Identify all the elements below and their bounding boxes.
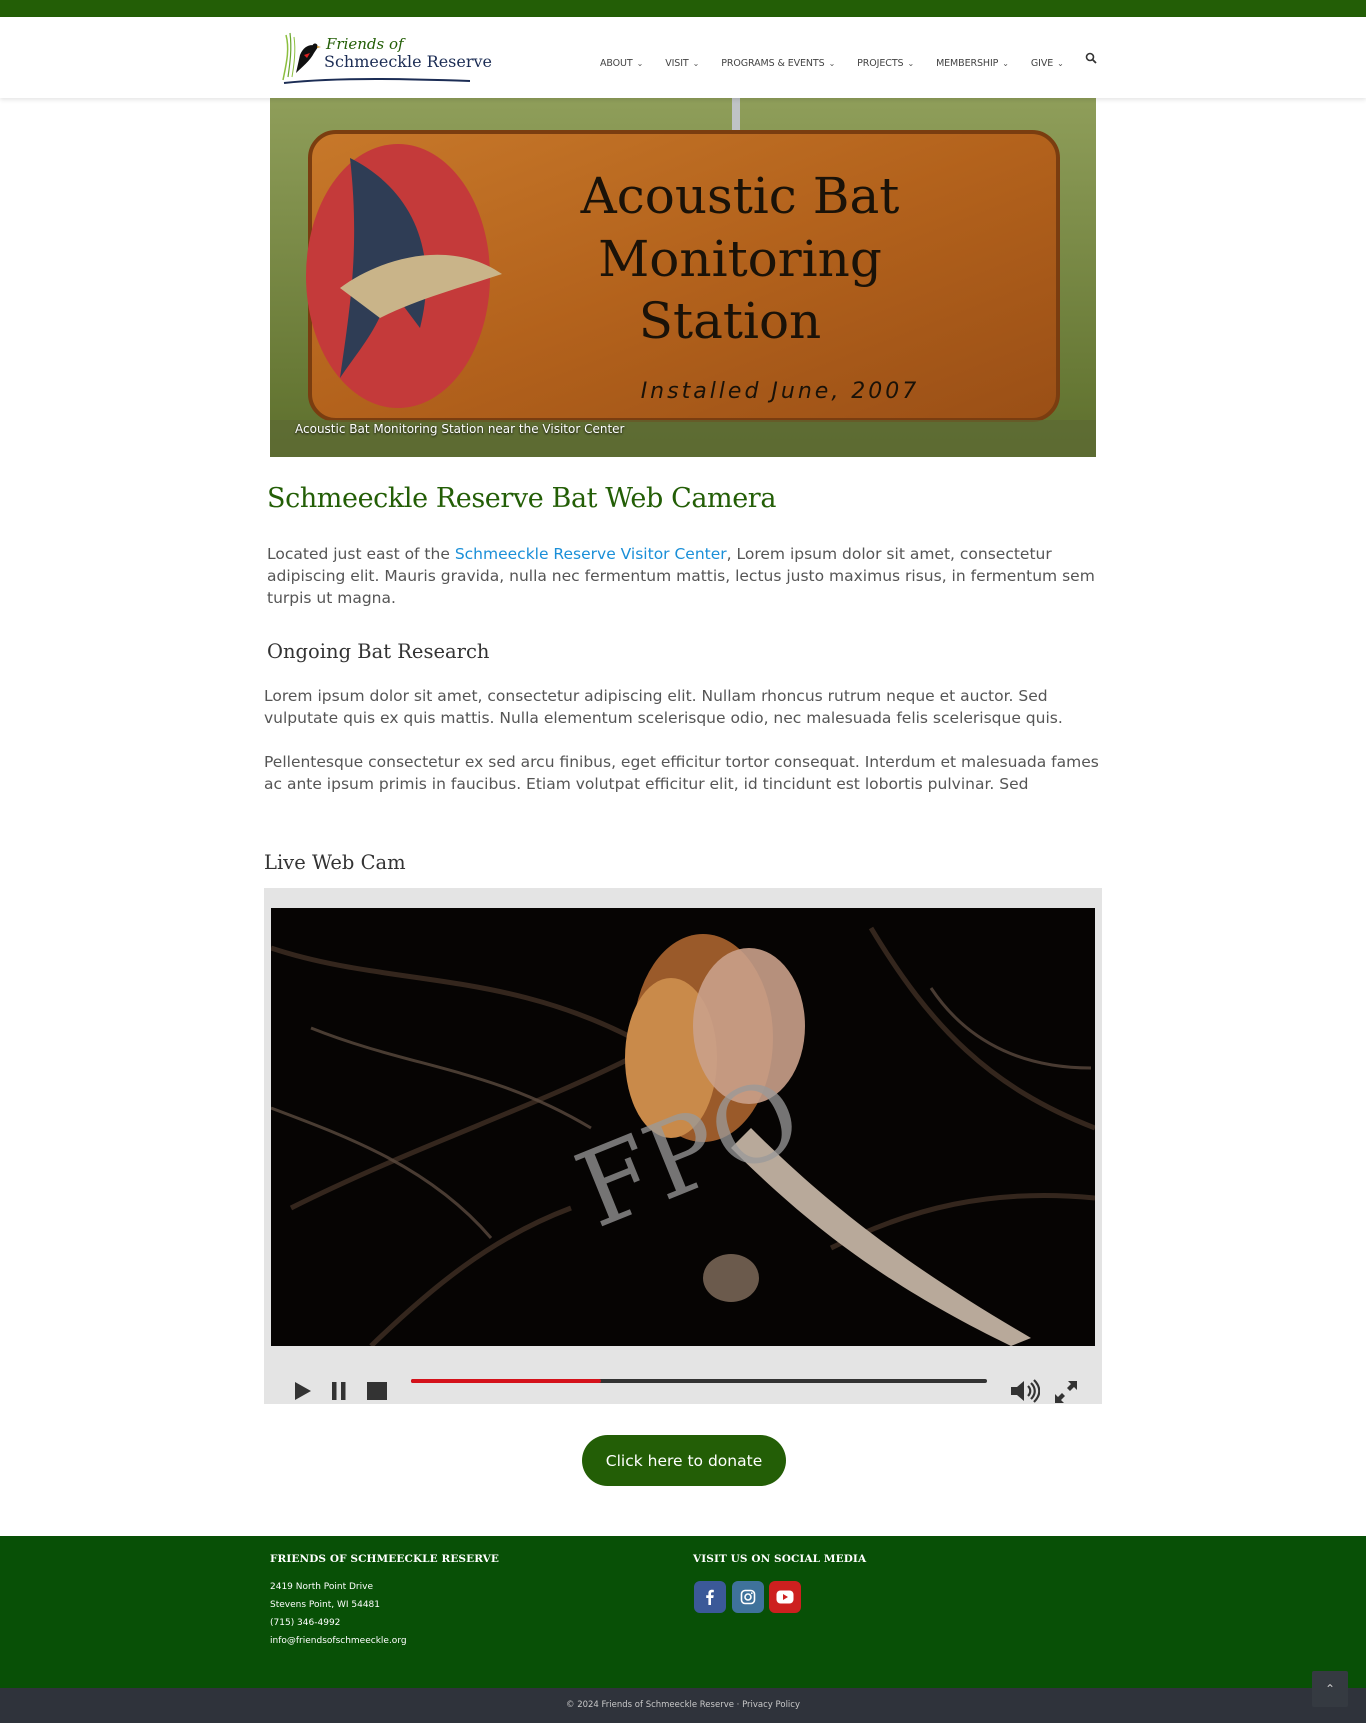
hero-image: Acoustic Bat Monitoring Station Installe… bbox=[270, 98, 1096, 457]
nav-membership-label: MEMBERSHIP bbox=[936, 57, 999, 69]
donate-button[interactable]: Click here to donate bbox=[582, 1435, 786, 1486]
facebook-button[interactable] bbox=[694, 1581, 726, 1613]
visitor-center-link[interactable]: Schmeeckle Reserve Visitor Center bbox=[455, 545, 727, 563]
chevron-down-icon: ⌄ bbox=[828, 58, 836, 68]
page-title: Schmeeckle Reserve Bat Web Camera bbox=[267, 483, 777, 514]
copyright-text: © 2024 Friends of Schmeeckle Reserve bbox=[566, 1700, 734, 1710]
footer-address-line-1: 2419 North Point Drive bbox=[270, 1582, 373, 1592]
youtube-icon bbox=[776, 1590, 794, 1604]
chevron-down-icon: ⌄ bbox=[692, 58, 700, 68]
logo-line-1: Friends of bbox=[326, 35, 404, 53]
nav-visit[interactable]: VISIT ⌄ bbox=[665, 58, 699, 69]
main-nav: ABOUT ⌄ VISIT ⌄ PROGRAMS & EVENTS ⌄ PROJECT… bbox=[600, 53, 1086, 73]
sign-line-3: Station bbox=[639, 292, 822, 350]
privacy-policy-link[interactable]: Privacy Policy bbox=[742, 1700, 800, 1710]
video-player: FPO bbox=[264, 888, 1102, 1404]
footer-social-heading: VISIT US ON SOCIAL MEDIA bbox=[693, 1553, 867, 1565]
chevron-down-icon: ⌄ bbox=[907, 58, 915, 68]
footer-address-line-2: Stevens Point, WI 54481 bbox=[270, 1600, 381, 1610]
scroll-to-top-button[interactable]: ⌃ bbox=[1312, 1671, 1348, 1707]
play-icon[interactable] bbox=[294, 1381, 312, 1401]
research-paragraph-1: Lorem ipsum dolor sit amet, consectetur … bbox=[264, 687, 1063, 727]
webcam-heading: Live Web Cam bbox=[264, 851, 406, 874]
chevron-down-icon: ⌄ bbox=[1057, 58, 1064, 68]
nav-programs-events[interactable]: PROGRAMS & EVENTS ⌄ bbox=[721, 58, 835, 69]
copyright-separator: · bbox=[736, 1700, 740, 1710]
footer-org-heading: FRIENDS OF SCHMEECKLE RESERVE bbox=[270, 1553, 500, 1565]
pause-icon[interactable] bbox=[332, 1382, 346, 1400]
video-frame[interactable]: FPO bbox=[271, 908, 1095, 1346]
top-bar bbox=[0, 0, 1366, 17]
hero-caption: Acoustic Bat Monitoring Station near the… bbox=[295, 422, 625, 436]
copyright-line: © 2024 Friends of Schmeeckle Reserve · P… bbox=[0, 1700, 1366, 1710]
site-logo[interactable]: Friends of Schmeeckle Reserve bbox=[280, 25, 492, 87]
progress-fill bbox=[411, 1379, 602, 1383]
nav-membership[interactable]: MEMBERSHIP ⌄ bbox=[936, 58, 1009, 69]
chevron-up-icon: ⌃ bbox=[1324, 1682, 1336, 1696]
search-icon[interactable] bbox=[1085, 52, 1097, 64]
research-paragraph-2: Pellentesque consectetur ex sed arcu fin… bbox=[264, 753, 1099, 793]
nav-projects-label: PROJECTS bbox=[857, 57, 904, 69]
site-footer: FRIENDS OF SCHMEECKLE RESERVE 2419 North… bbox=[0, 1536, 1366, 1688]
sign-line-2: Monitoring bbox=[598, 230, 882, 288]
footer-phone: (715) 346-4992 bbox=[270, 1618, 341, 1628]
nav-about[interactable]: ABOUT ⌄ bbox=[600, 58, 643, 69]
chevron-down-icon: ⌄ bbox=[636, 58, 644, 68]
logo-line-2: Schmeeckle Reserve bbox=[324, 52, 493, 71]
sign-line-1: Acoustic Bat bbox=[580, 167, 900, 225]
site-header: Friends of Schmeeckle Reserve ABOUT ⌄ VIS… bbox=[0, 17, 1366, 98]
nav-projects[interactable]: PROJECTS ⌄ bbox=[857, 58, 914, 69]
facebook-icon bbox=[706, 1589, 714, 1605]
nav-give[interactable]: GIVE ⌄ bbox=[1031, 58, 1064, 69]
volume-icon[interactable] bbox=[1010, 1379, 1040, 1403]
fullscreen-icon[interactable] bbox=[1054, 1380, 1078, 1404]
nav-about-label: ABOUT bbox=[600, 57, 633, 69]
intro-prefix: Located just east of the bbox=[267, 545, 455, 563]
intro-paragraph: Located just east of the Schmeeckle Rese… bbox=[267, 543, 1107, 609]
instagram-icon bbox=[740, 1589, 756, 1605]
nav-visit-label: VISIT bbox=[665, 57, 689, 69]
stop-icon[interactable] bbox=[367, 1382, 387, 1400]
instagram-button[interactable] bbox=[732, 1581, 764, 1613]
sign-line-4: Installed June, 2007 bbox=[641, 379, 920, 404]
chevron-down-icon: ⌄ bbox=[1002, 58, 1009, 68]
research-heading: Ongoing Bat Research bbox=[267, 640, 490, 663]
youtube-button[interactable] bbox=[769, 1581, 801, 1613]
progress-bar[interactable] bbox=[411, 1379, 987, 1383]
bat-station-sign-image: Acoustic Bat Monitoring Station Installe… bbox=[270, 98, 1096, 457]
nav-programs-label: PROGRAMS & EVENTS bbox=[721, 57, 825, 69]
nav-give-label: GIVE bbox=[1030, 57, 1054, 69]
bat-video-image: FPO bbox=[271, 908, 1095, 1346]
footer-email-link[interactable]: info@friendsofschmeeckle.org bbox=[270, 1636, 407, 1646]
